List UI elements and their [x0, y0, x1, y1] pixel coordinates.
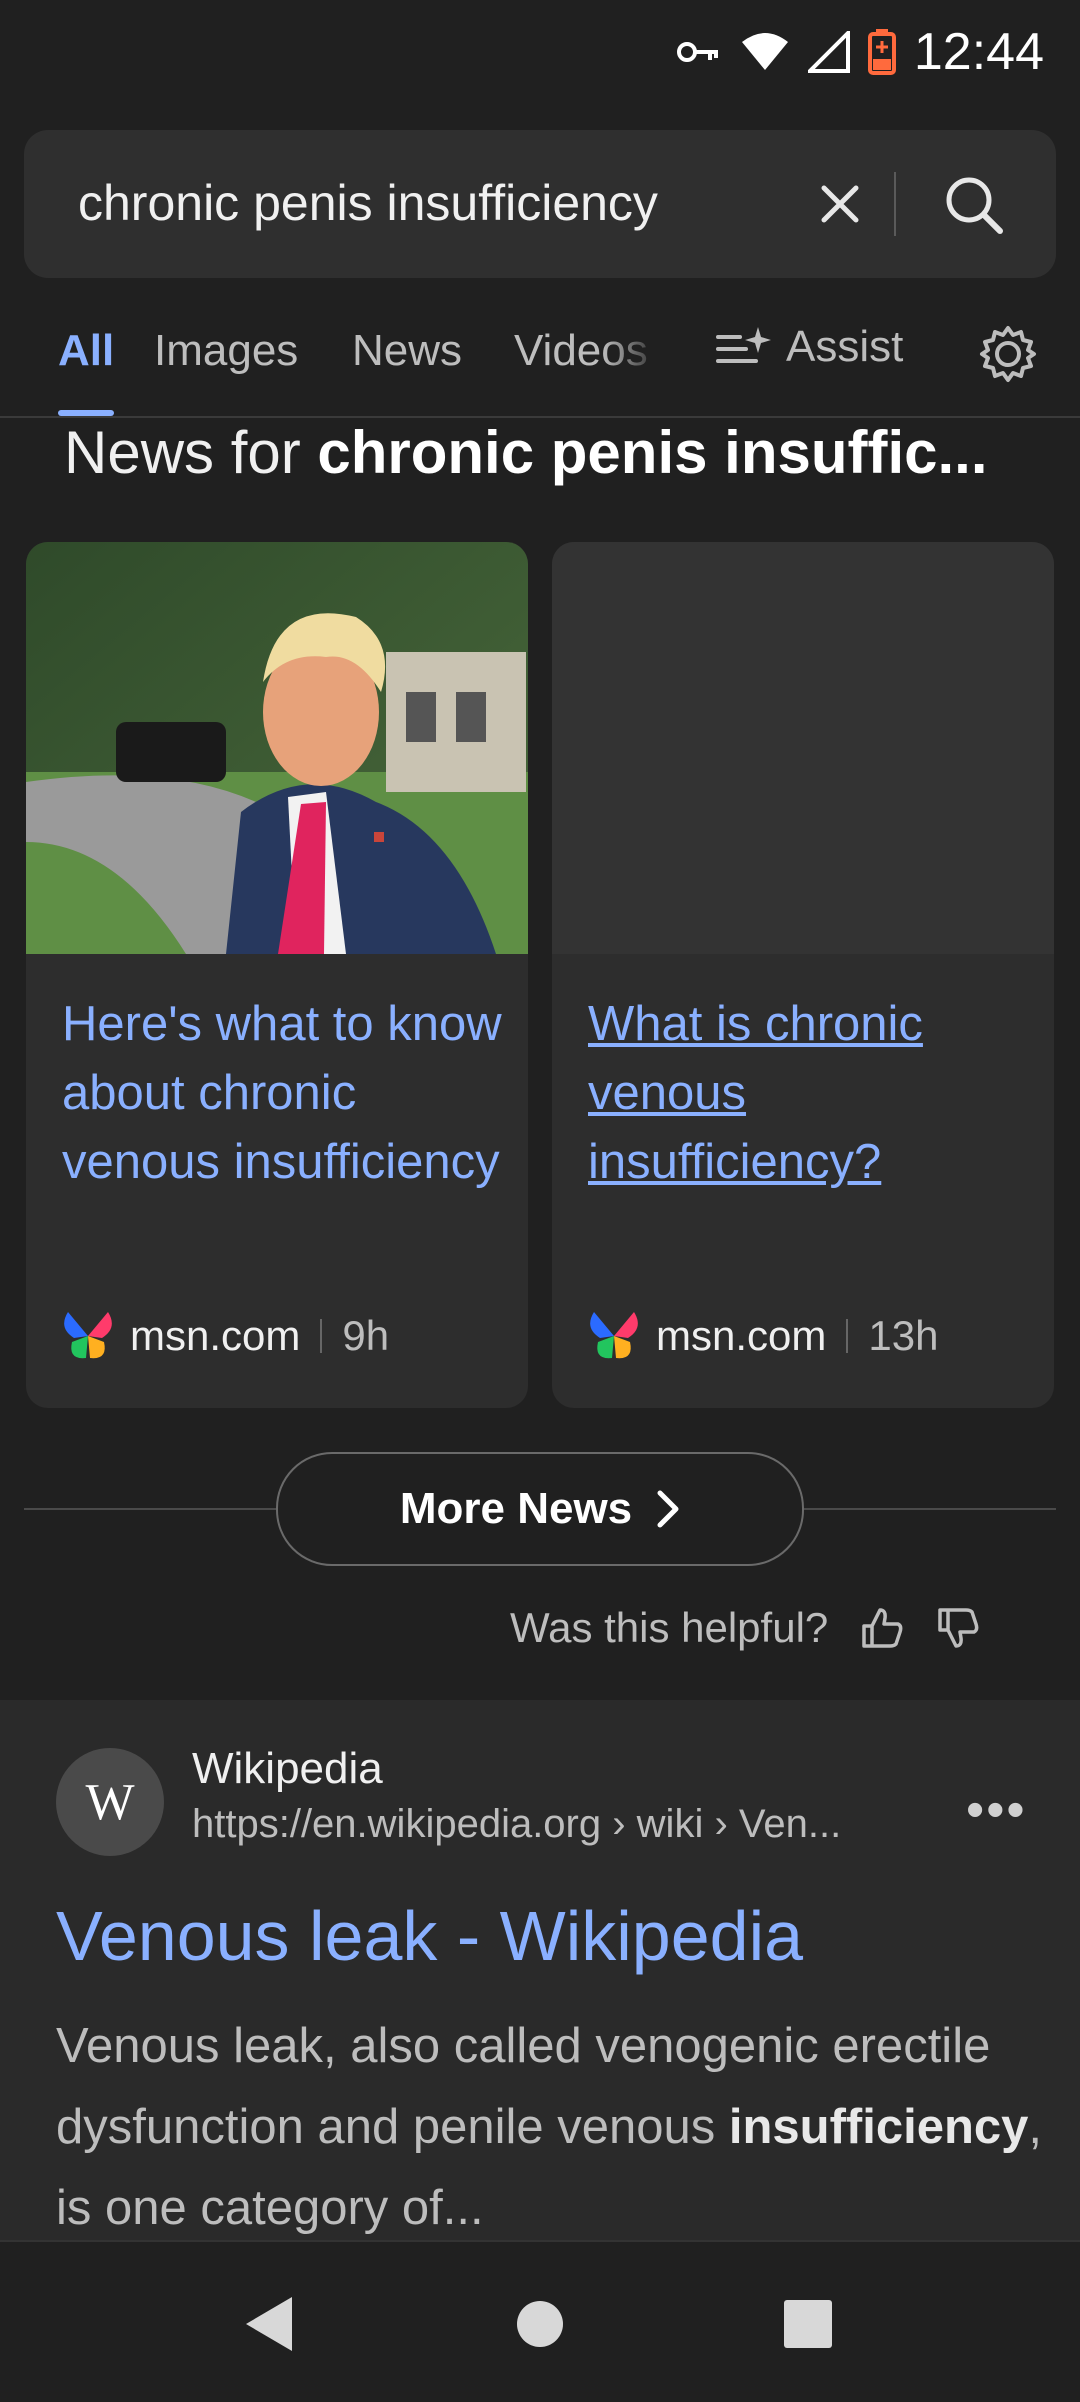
battery-charging-icon — [867, 29, 896, 75]
wikipedia-logo: W — [56, 1748, 164, 1856]
home-button[interactable] — [508, 2292, 572, 2356]
tab-images[interactable]: Images — [154, 326, 298, 376]
system-nav-bar — [0, 2240, 1080, 2402]
news-card[interactable]: Here's what to know about chronic venous… — [26, 542, 528, 1408]
news-thumbnail-placeholder — [552, 542, 1054, 954]
assist-sparkle-icon — [716, 327, 771, 363]
news-card-age: 9h — [342, 1312, 390, 1359]
search-result: W Wikipedia https://en.wikipedia.org › w… — [0, 1700, 1080, 2240]
tab-all[interactable]: All — [58, 326, 114, 376]
chevron-right-icon — [657, 1490, 679, 1528]
msn-logo-icon — [590, 1312, 638, 1359]
news-card-title[interactable]: What is chronic venous insufficiency? — [588, 990, 1028, 1197]
wifi-icon — [741, 33, 788, 70]
news-card-source-name: msn.com — [656, 1312, 827, 1359]
clock: 12:44 — [913, 23, 1044, 81]
search-input[interactable]: chronic penis insufficiency — [78, 174, 658, 232]
tab-videos[interactable]: Videos — [514, 326, 662, 376]
search-tabs: All Images News Videos Assist — [0, 300, 1080, 418]
assist-label: Assist — [786, 322, 904, 371]
search-button[interactable] — [924, 160, 1024, 250]
status-bar: 12:44 — [0, 0, 1080, 100]
search-divider — [894, 172, 896, 236]
news-card-title[interactable]: Here's what to know about chronic venous… — [62, 990, 502, 1197]
status-icons: 12:44 — [676, 22, 1044, 82]
active-tab-indicator — [58, 410, 114, 416]
news-card[interactable]: What is chronic venous insufficiency? ms… — [552, 542, 1054, 1408]
feedback-row: Was this helpful? — [510, 1604, 980, 1652]
recents-button[interactable] — [776, 2292, 840, 2356]
msn-logo-icon — [64, 1312, 112, 1359]
tab-news[interactable]: News — [352, 326, 462, 376]
thumbs-down-icon[interactable] — [936, 1606, 980, 1650]
source-separator — [320, 1319, 323, 1353]
search-bar[interactable]: chronic penis insufficiency — [24, 130, 1056, 278]
more-news-button[interactable]: More News — [276, 1452, 804, 1566]
search-icon — [946, 177, 1003, 234]
back-triangle-icon — [246, 2297, 292, 2351]
news-card-source-name: msn.com — [130, 1312, 301, 1359]
recents-square-icon — [784, 2300, 832, 2348]
close-icon — [821, 185, 859, 223]
news-card-source: msn.com 9h — [60, 1308, 389, 1364]
back-button[interactable] — [236, 2292, 300, 2356]
gear-icon[interactable] — [976, 322, 1040, 386]
snippet-highlight: insufficiency — [728, 2100, 1029, 2154]
news-heading: News for chronic penis insuffic... — [64, 418, 988, 487]
result-url[interactable]: https://en.wikipedia.org › wiki › Ven... — [192, 1802, 841, 1847]
news-heading-query: chronic penis insuffic... — [317, 419, 988, 486]
news-card-source: msn.com 13h — [586, 1308, 938, 1364]
home-circle-icon — [517, 2301, 563, 2347]
more-news-label: More News — [399, 1484, 633, 1533]
result-site-name[interactable]: Wikipedia — [192, 1744, 383, 1794]
source-separator — [846, 1319, 849, 1353]
feedback-prompt: Was this helpful? — [510, 1604, 829, 1651]
result-title-link[interactable]: Venous leak - Wikipedia — [56, 1896, 803, 1976]
news-heading-prefix: News for — [64, 419, 318, 486]
more-news-divider-left — [24, 1508, 276, 1510]
clear-search-button[interactable] — [800, 164, 880, 244]
news-card-age: 13h — [868, 1312, 939, 1359]
more-news-divider-right — [800, 1508, 1056, 1510]
thumbs-up-icon[interactable] — [860, 1606, 904, 1650]
news-thumbnail — [26, 542, 528, 954]
vpn-key-icon — [676, 42, 718, 62]
assist-button[interactable]: Assist — [716, 322, 903, 372]
more-options-icon[interactable]: ••• — [966, 1780, 1027, 1840]
signal-icon — [807, 31, 850, 73]
result-snippet: Venous leak, also called venogenic erect… — [56, 2006, 1046, 2249]
